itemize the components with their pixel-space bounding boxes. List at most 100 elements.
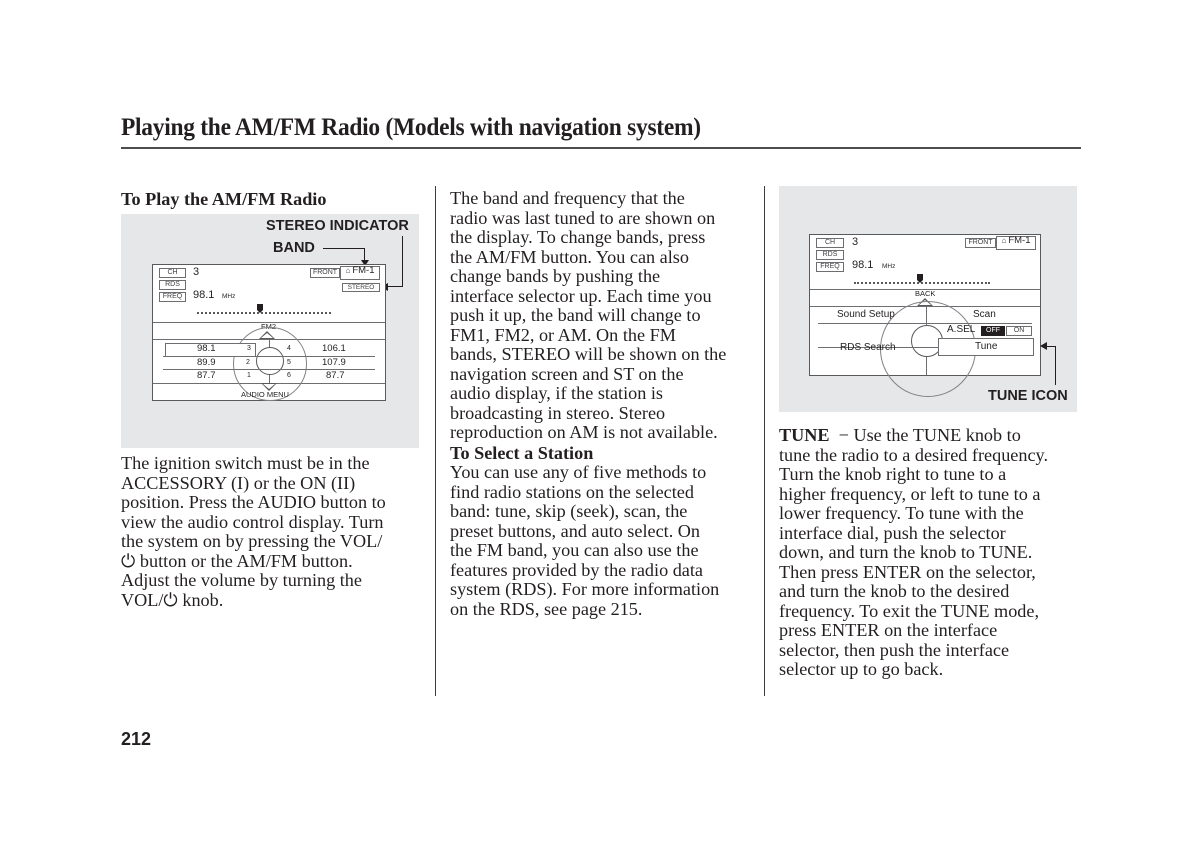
preset-num: 1: [247, 372, 251, 379]
preset-freq[interactable]: 107.9: [322, 357, 346, 368]
text-line: broadcasting in stereo. Stereo: [450, 402, 666, 423]
text-line: the AM/FM button. You can also: [450, 246, 689, 267]
text-line: press ENTER on the interface: [779, 620, 998, 640]
leader-line-stereo: [402, 236, 403, 287]
section-heading-select-station: To Select a Station: [450, 442, 594, 463]
leader-line-tune-h: [1046, 346, 1055, 347]
paragraph-ignition: The ignition switch must be in the ACCES…: [121, 453, 433, 610]
menu-item-rds-search[interactable]: RDS Search: [840, 342, 896, 353]
column-divider-1: [435, 186, 436, 696]
band-indicator: ⌂ FM-1: [996, 236, 1036, 250]
text-line: on the RDS, see page 215.: [450, 598, 643, 619]
text-line: preset buttons, and auto select. On: [450, 520, 701, 541]
menu-row-rule-1: [818, 323, 1032, 324]
radio-screen-tune: CH 3 RDS FREQ 98.1 MHz FRONT ⌂ FM-1 BACK…: [809, 234, 1041, 397]
text-line: selector, then push the interface: [779, 639, 1010, 660]
text-line: system (RDS). For more information: [450, 579, 720, 599]
text-line: interface dial, push the selector: [779, 522, 1006, 543]
ch-label: CH: [816, 238, 844, 248]
text-line: find radio stations on the selected: [450, 481, 694, 502]
text-line: the system on by pressing the VOL/: [121, 531, 383, 551]
title-rule: [121, 147, 1081, 149]
tuning-marker: [257, 304, 263, 313]
text-line: bands, STEREO will be shown on the: [450, 344, 727, 364]
text-line: reproduction on AM is not available.: [450, 422, 718, 442]
menu-item-sound-setup[interactable]: Sound Setup: [837, 309, 895, 320]
text-line: features provided by the radio data: [450, 559, 704, 580]
text-line: interface selector up. Each time you: [450, 285, 712, 306]
text-span: Use the TUNE knob to: [848, 425, 1021, 445]
freq-label: FREQ: [816, 262, 844, 272]
preset-num: 4: [287, 345, 291, 352]
band-value: FM-1: [1008, 235, 1031, 246]
antenna-icon: ⌂: [345, 266, 351, 275]
preset-freq[interactable]: 87.7: [326, 370, 345, 381]
text-line: You can use any of five methods to: [450, 462, 707, 482]
text-line: FM1, FM2, or AM. On the FM: [450, 324, 676, 345]
preset-num: 3: [247, 345, 251, 352]
callout-tune-icon: TUNE ICON: [988, 388, 1068, 404]
text-line: Then press ENTER on the selector,: [779, 561, 1036, 582]
leader-line-tune-v: [1055, 346, 1056, 385]
asel-on-toggle[interactable]: ON: [1006, 326, 1032, 336]
freq-value: 98.1: [193, 289, 215, 301]
leader-line-stereo-h: [387, 286, 403, 287]
preset-num: 2: [246, 359, 250, 366]
freq-value: 98.1: [852, 259, 874, 271]
section-heading-play-radio: To Play the AM/FM Radio: [121, 189, 327, 209]
antenna-icon: ⌂: [1001, 236, 1007, 245]
menu-item-scan[interactable]: Scan: [973, 309, 996, 320]
rds-label: RDS: [159, 280, 186, 290]
freq-unit: MHz: [882, 263, 896, 270]
preset-freq[interactable]: 106.1: [322, 343, 346, 354]
ch-label: CH: [159, 268, 186, 278]
back-label: BACK: [915, 289, 936, 298]
radio-screen: CH 3 RDS FREQ 98.1 MHz FRONT ⌂ FM-1 STER…: [152, 264, 386, 401]
preset-freq[interactable]: 98.1: [197, 343, 216, 354]
front-label: FRONT: [310, 268, 340, 278]
text-line: Turn the knob right to tune to a: [779, 464, 1007, 484]
rds-label: RDS: [816, 250, 844, 260]
preset-freq[interactable]: 87.7: [197, 370, 216, 381]
preset-freq[interactable]: 89.9: [197, 357, 216, 368]
text-line: push it up, the band will change to: [450, 305, 701, 325]
tuning-marker: [917, 274, 923, 283]
text-line: navigation screen and ST on the: [450, 363, 684, 384]
text-line: and turn the knob to the desired: [779, 581, 1010, 601]
text-line: TUNE − Use the TUNE knob to: [779, 425, 1099, 446]
asel-label: A.SEL: [947, 324, 976, 335]
text-line: ⏻ button or the AM/FM button.: [121, 550, 353, 571]
freq-unit: MHz: [222, 293, 236, 300]
ch-value: 3: [852, 236, 859, 248]
page-title: Playing the AM/FM Radio (Models with nav…: [121, 112, 701, 141]
text-line: the FM band, you can also use the: [450, 540, 699, 560]
audio-menu-label: AUDIO MENU: [241, 390, 289, 399]
band-indicator: ⌂ FM-1: [340, 266, 380, 280]
figure-tune-menu: CH 3 RDS FREQ 98.1 MHz FRONT ⌂ FM-1 BACK…: [779, 186, 1077, 412]
band-value: FM-1: [352, 265, 375, 276]
tuning-scale: [197, 312, 331, 314]
preset-num: 6: [287, 372, 291, 379]
text-line: ACCESSORY (I) or the ON (II): [121, 472, 356, 493]
text-line: The ignition switch must be in the: [121, 453, 370, 473]
text-line: radio was last tuned to are shown on: [450, 207, 716, 228]
text-line: position. Press the AUDIO button to: [121, 492, 386, 512]
preset-num: 5: [287, 359, 291, 366]
callout-band: BAND: [273, 240, 315, 256]
page-number: 212: [121, 729, 152, 749]
text-line: band: tune, skip (seek), scan, the: [450, 501, 688, 521]
paragraph-band-frequency: The band and frequency that the radio wa…: [450, 188, 762, 619]
asel-off-toggle[interactable]: OFF: [981, 326, 1005, 336]
text-line: selector up to go back.: [779, 659, 944, 679]
term-tune: TUNE: [779, 425, 830, 445]
callout-stereo-indicator: STEREO INDICATOR: [266, 218, 409, 234]
text-line: lower frequency. To tune with the: [779, 503, 1024, 523]
text-line: audio display, if the station is: [450, 383, 664, 403]
column-divider-2: [764, 186, 765, 696]
menu-item-tune[interactable]: Tune: [975, 341, 997, 352]
text-line: the display. To change bands, press: [450, 227, 706, 247]
text-line: frequency. To exit the TUNE mode,: [779, 600, 1040, 621]
text-line: change bands by pushing the: [450, 266, 661, 286]
front-label: FRONT: [965, 238, 996, 248]
selector-knob[interactable]: [256, 347, 284, 375]
